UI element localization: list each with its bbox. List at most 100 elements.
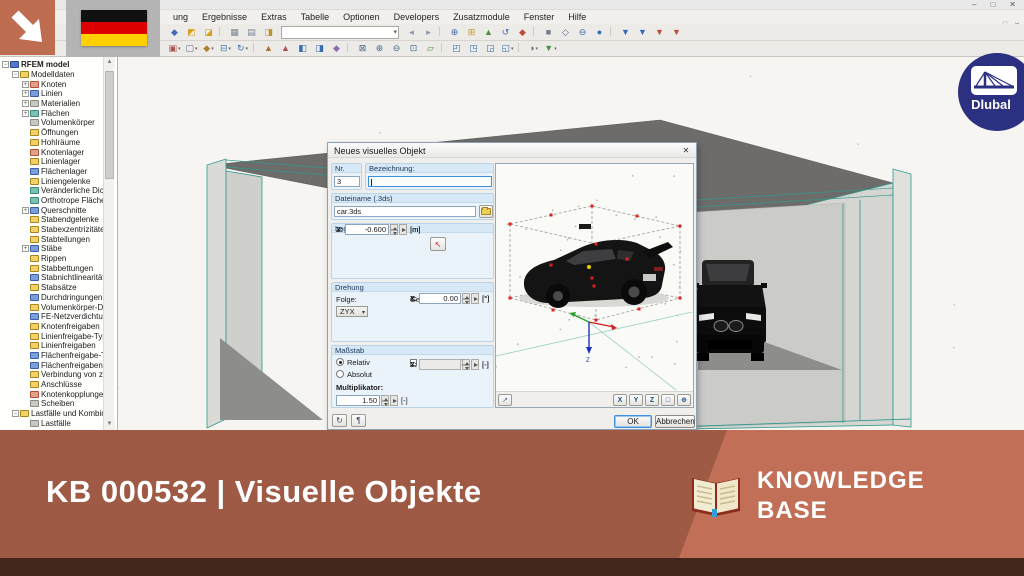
- expand-icon[interactable]: +: [22, 90, 29, 98]
- rotate-icon[interactable]: ↻ ▾: [235, 42, 250, 55]
- spinner[interactable]: [462, 293, 470, 304]
- node-tool-icon[interactable]: ▢ ▾: [184, 42, 199, 55]
- menu-item[interactable]: Tabelle: [294, 12, 337, 22]
- iso-view-button[interactable]: □: [661, 394, 675, 406]
- dialog-titlebar[interactable]: Neues visuelles Objekt ✕: [328, 143, 696, 158]
- view-z-icon[interactable]: ◲▾: [483, 42, 498, 55]
- expand-icon[interactable]: +: [22, 80, 29, 88]
- table-icon[interactable]: ▦▾: [227, 26, 242, 39]
- expand-icon[interactable]: [22, 216, 29, 223]
- expand-icon[interactable]: [22, 400, 29, 407]
- expand-icon[interactable]: [22, 342, 29, 349]
- tree-item[interactable]: + Knoten: [0, 79, 104, 89]
- tree-item[interactable]: Veränderliche Dicken: [0, 186, 104, 196]
- expand-icon[interactable]: [22, 119, 29, 126]
- search-combobox[interactable]: [281, 25, 399, 39]
- expand-icon[interactable]: [22, 187, 29, 194]
- tree-item[interactable]: Lastfälle: [0, 418, 104, 428]
- expand-icon[interactable]: [22, 197, 29, 204]
- expand-icon[interactable]: [22, 323, 29, 330]
- zoom-all-icon[interactable]: ⊡▾: [406, 42, 421, 55]
- view-y-button[interactable]: Y: [629, 394, 643, 406]
- menu-item[interactable]: Fenster: [517, 12, 562, 22]
- expand-icon[interactable]: [22, 381, 29, 388]
- tree-item[interactable]: Orthotrope Flächen u: [0, 196, 104, 206]
- render-icon[interactable]: ■▾: [541, 26, 556, 39]
- clip-icon[interactable]: ⊖▾: [575, 26, 590, 39]
- flag-blue-icon[interactable]: ▼▾: [618, 26, 633, 39]
- scrollbar-thumb[interactable]: [105, 71, 114, 179]
- expand-icon[interactable]: +: [22, 100, 29, 108]
- flag-blue2-icon[interactable]: ▼▾: [635, 26, 650, 39]
- iso-view-icon[interactable]: ◱ ▾: [500, 42, 515, 55]
- expand-icon[interactable]: −: [2, 61, 9, 69]
- results-icon[interactable]: ◆▾: [515, 26, 530, 39]
- absolut-radio[interactable]: Absolut: [336, 370, 372, 379]
- open-icon[interactable]: ◩▾: [184, 26, 199, 39]
- tree-item[interactable]: Stabendgelenke: [0, 215, 104, 225]
- expand-icon[interactable]: [22, 178, 29, 185]
- tree-item[interactable]: Scheiben: [0, 399, 104, 409]
- zoom-icon[interactable]: ⊕▾: [447, 26, 462, 39]
- back-icon[interactable]: ◂▾: [404, 26, 419, 39]
- tree-item[interactable]: + Flächen: [0, 108, 104, 118]
- tree-item[interactable]: Flächenfreigabe-Type: [0, 351, 104, 361]
- expand-icon[interactable]: +: [22, 245, 29, 253]
- member-icon[interactable]: ◧▾: [295, 42, 310, 55]
- tree-item[interactable]: − Lastfälle und Kombinatio: [0, 409, 104, 419]
- slider-button[interactable]: [399, 224, 407, 235]
- coordinate-field[interactable]: -0.600: [345, 224, 389, 235]
- menu-item[interactable]: Extras: [254, 12, 294, 22]
- slider-button[interactable]: [471, 293, 479, 304]
- tree-item[interactable]: Öffnungen: [0, 128, 104, 138]
- minimize-icon[interactable]: –: [972, 0, 976, 10]
- tree-item[interactable]: Liniengelenke: [0, 176, 104, 186]
- menu-item[interactable]: Ergebnisse: [195, 12, 254, 22]
- expand-icon[interactable]: [22, 255, 29, 262]
- tree-item[interactable]: Linienfreigaben: [0, 341, 104, 351]
- dot-icon[interactable]: ●▾: [592, 26, 607, 39]
- bezeichnung-field[interactable]: [368, 176, 492, 187]
- tree-item[interactable]: Volumenkörper-Durc: [0, 302, 104, 312]
- expand-icon[interactable]: [22, 265, 29, 272]
- tree-item[interactable]: + Linien: [0, 89, 104, 99]
- layers-icon[interactable]: ◨▾: [261, 26, 276, 39]
- tree-item[interactable]: − RFEM model: [0, 60, 104, 70]
- view-x-button[interactable]: X: [613, 394, 627, 406]
- rotation-field[interactable]: 0.00: [419, 293, 461, 304]
- expand-icon[interactable]: [22, 362, 29, 369]
- folder-icon[interactable]: ◪▾: [201, 26, 216, 39]
- navigator-scrollbar[interactable]: ▲ ▼: [103, 57, 115, 430]
- visibility-icon[interactable]: ◑ ▾: [526, 42, 541, 55]
- zoom-out-icon[interactable]: ⊖▾: [389, 42, 404, 55]
- expand-icon[interactable]: −: [12, 410, 19, 418]
- calc-icon[interactable]: ▲▾: [481, 26, 496, 39]
- tree-item[interactable]: − Modelldaten: [0, 70, 104, 80]
- tree-item[interactable]: Linienlager: [0, 157, 104, 167]
- expand-icon[interactable]: [22, 352, 29, 359]
- view-x-icon[interactable]: ◰▾: [449, 42, 464, 55]
- tree-item[interactable]: + Stäbe: [0, 244, 104, 254]
- menu-item[interactable]: Developers: [387, 12, 447, 22]
- cancel-button[interactable]: Abbrechen: [655, 415, 695, 428]
- expand-icon[interactable]: −: [12, 71, 19, 79]
- expand-icon[interactable]: [22, 391, 29, 398]
- tree-item[interactable]: Anschlüsse: [0, 380, 104, 390]
- select-icon[interactable]: ▣ ▾: [167, 42, 182, 55]
- browse-button[interactable]: [479, 205, 493, 218]
- dialog-close-icon[interactable]: ✕: [680, 145, 692, 156]
- ok-button[interactable]: OK: [614, 415, 652, 428]
- tree-item[interactable]: Stabnichtlinearitäten: [0, 273, 104, 283]
- tree-item[interactable]: Durchdringungen der: [0, 293, 104, 303]
- expand-icon[interactable]: +: [22, 109, 29, 117]
- expand-icon[interactable]: [22, 226, 29, 233]
- expand-icon[interactable]: [22, 149, 29, 156]
- scroll-down-icon[interactable]: ▼: [104, 419, 115, 430]
- new-icon[interactable]: ◆▾: [167, 26, 182, 39]
- support-icon[interactable]: ▲▾: [261, 42, 276, 55]
- block-icon[interactable]: ◆▾: [329, 42, 344, 55]
- tree-item[interactable]: Stabsätze: [0, 283, 104, 293]
- tree-item[interactable]: Flächenlager: [0, 167, 104, 177]
- rotate-view-button[interactable]: ↗: [498, 394, 512, 406]
- tree-item[interactable]: Stabexzentrizitäten: [0, 225, 104, 235]
